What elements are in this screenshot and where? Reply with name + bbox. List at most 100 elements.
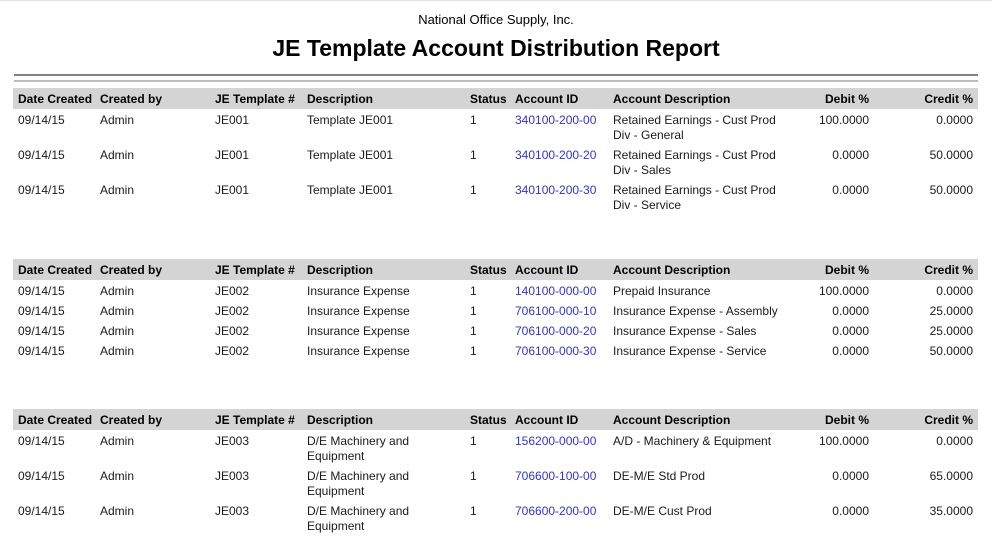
account-id-link[interactable]: 706100-000-30 — [515, 344, 596, 358]
column-header-description: Description — [307, 259, 470, 280]
table-row: 09/14/15 Admin JE002 Insurance Expense 1… — [13, 320, 978, 340]
cell-date-created: 09/14/15 — [13, 109, 100, 144]
cell-debit-pct: 0.0000 — [800, 465, 872, 500]
report-title: JE Template Account Distribution Report — [0, 33, 992, 63]
cell-account-description: Insurance Expense - Service — [613, 340, 800, 360]
column-header-debit-pct: Debit % — [800, 88, 872, 109]
cell-debit-pct: 100.0000 — [800, 280, 872, 300]
cell-credit-pct: 0.0000 — [872, 280, 978, 300]
cell-credit-pct: 35.0000 — [872, 500, 978, 535]
column-header-account-description: Account Description — [613, 259, 800, 280]
cell-description: Template JE001 — [307, 109, 470, 144]
cell-credit-pct: 25.0000 — [872, 300, 978, 320]
account-id-link[interactable]: 340100-200-20 — [515, 148, 596, 162]
cell-je-template-number: JE002 — [215, 280, 307, 300]
account-id-link[interactable]: 340100-200-00 — [515, 113, 596, 127]
column-header-date-created: Date Created — [13, 259, 100, 280]
table-header-row: Date Created Created by JE Template # De… — [13, 259, 978, 280]
cell-status: 1 — [470, 465, 515, 500]
company-name: National Office Supply, Inc. — [0, 1, 992, 27]
column-header-credit-pct: Credit % — [872, 409, 978, 430]
column-header-description: Description — [307, 88, 470, 109]
cell-credit-pct: 50.0000 — [872, 179, 978, 214]
column-header-status: Status — [470, 259, 515, 280]
cell-account-id: 340100-200-00 — [515, 109, 613, 144]
column-header-created-by: Created by — [100, 88, 215, 109]
account-id-link[interactable]: 156200-000-00 — [515, 434, 596, 448]
cell-account-id: 706100-000-10 — [515, 300, 613, 320]
column-header-credit-pct: Credit % — [872, 88, 978, 109]
cell-credit-pct: 50.0000 — [872, 144, 978, 179]
cell-description: D/E Machinery and Equipment — [307, 500, 470, 535]
column-header-je-template-number: JE Template # — [215, 409, 307, 430]
table-row: 09/14/15 Admin JE002 Insurance Expense 1… — [13, 340, 978, 360]
cell-status: 1 — [470, 340, 515, 360]
cell-date-created: 09/14/15 — [13, 320, 100, 340]
account-id-link[interactable]: 706100-000-20 — [515, 324, 596, 338]
cell-account-id: 706100-000-20 — [515, 320, 613, 340]
cell-account-description: Insurance Expense - Assembly — [613, 300, 800, 320]
cell-date-created: 09/14/15 — [13, 280, 100, 300]
table-row: 09/14/15 Admin JE001 Template JE001 1 34… — [13, 144, 978, 179]
cell-credit-pct: 0.0000 — [872, 430, 978, 465]
cell-created-by: Admin — [100, 179, 215, 214]
cell-created-by: Admin — [100, 500, 215, 535]
cell-description: D/E Machinery and Equipment — [307, 465, 470, 500]
column-header-je-template-number: JE Template # — [215, 88, 307, 109]
cell-status: 1 — [470, 300, 515, 320]
cell-account-id: 340100-200-20 — [515, 144, 613, 179]
cell-date-created: 09/14/15 — [13, 300, 100, 320]
account-id-link[interactable]: 706600-200-00 — [515, 504, 596, 518]
cell-je-template-number: JE003 — [215, 430, 307, 465]
cell-debit-pct: 0.0000 — [800, 300, 872, 320]
cell-je-template-number: JE002 — [215, 320, 307, 340]
cell-description: Template JE001 — [307, 144, 470, 179]
cell-account-id: 156200-000-00 — [515, 430, 613, 465]
account-id-link[interactable]: 340100-200-30 — [515, 183, 596, 197]
table-header-row: Date Created Created by JE Template # De… — [13, 409, 978, 430]
column-header-created-by: Created by — [100, 259, 215, 280]
cell-created-by: Admin — [100, 300, 215, 320]
cell-description: Insurance Expense — [307, 280, 470, 300]
cell-status: 1 — [470, 280, 515, 300]
account-id-link[interactable]: 706100-000-10 — [515, 304, 596, 318]
cell-debit-pct: 0.0000 — [800, 500, 872, 535]
report-tables-container: Date Created Created by JE Template # De… — [0, 88, 992, 535]
je-template-table: Date Created Created by JE Template # De… — [13, 88, 978, 214]
account-id-link[interactable]: 140100-000-00 — [515, 284, 596, 298]
table-row: 09/14/15 Admin JE001 Template JE001 1 34… — [13, 109, 978, 144]
column-header-account-id: Account ID — [515, 88, 613, 109]
je-template-table: Date Created Created by JE Template # De… — [13, 409, 978, 535]
cell-je-template-number: JE001 — [215, 144, 307, 179]
cell-account-description: Retained Earnings - Cust Prod Div - Gene… — [613, 109, 800, 144]
column-header-debit-pct: Debit % — [800, 259, 872, 280]
cell-je-template-number: JE002 — [215, 300, 307, 320]
column-header-date-created: Date Created — [13, 88, 100, 109]
cell-account-description: A/D - Machinery & Equipment — [613, 430, 800, 465]
cell-status: 1 — [470, 109, 515, 144]
cell-account-description: Prepaid Insurance — [613, 280, 800, 300]
cell-date-created: 09/14/15 — [13, 500, 100, 535]
cell-account-description: Retained Earnings - Cust Prod Div - Serv… — [613, 179, 800, 214]
cell-je-template-number: JE001 — [215, 179, 307, 214]
table-row: 09/14/15 Admin JE001 Template JE001 1 34… — [13, 179, 978, 214]
cell-date-created: 09/14/15 — [13, 144, 100, 179]
cell-created-by: Admin — [100, 109, 215, 144]
table-row: 09/14/15 Admin JE003 D/E Machinery and E… — [13, 465, 978, 500]
cell-status: 1 — [470, 179, 515, 214]
cell-je-template-number: JE003 — [215, 500, 307, 535]
cell-debit-pct: 0.0000 — [800, 179, 872, 214]
cell-created-by: Admin — [100, 280, 215, 300]
cell-date-created: 09/14/15 — [13, 430, 100, 465]
cell-description: Template JE001 — [307, 179, 470, 214]
cell-description: Insurance Expense — [307, 320, 470, 340]
account-id-link[interactable]: 706600-100-00 — [515, 469, 596, 483]
cell-je-template-number: JE003 — [215, 465, 307, 500]
table-row: 09/14/15 Admin JE002 Insurance Expense 1… — [13, 280, 978, 300]
cell-status: 1 — [470, 144, 515, 179]
table-row: 09/14/15 Admin JE002 Insurance Expense 1… — [13, 300, 978, 320]
column-header-status: Status — [470, 409, 515, 430]
cell-debit-pct: 0.0000 — [800, 340, 872, 360]
table-row: 09/14/15 Admin JE003 D/E Machinery and E… — [13, 430, 978, 465]
column-header-je-template-number: JE Template # — [215, 259, 307, 280]
